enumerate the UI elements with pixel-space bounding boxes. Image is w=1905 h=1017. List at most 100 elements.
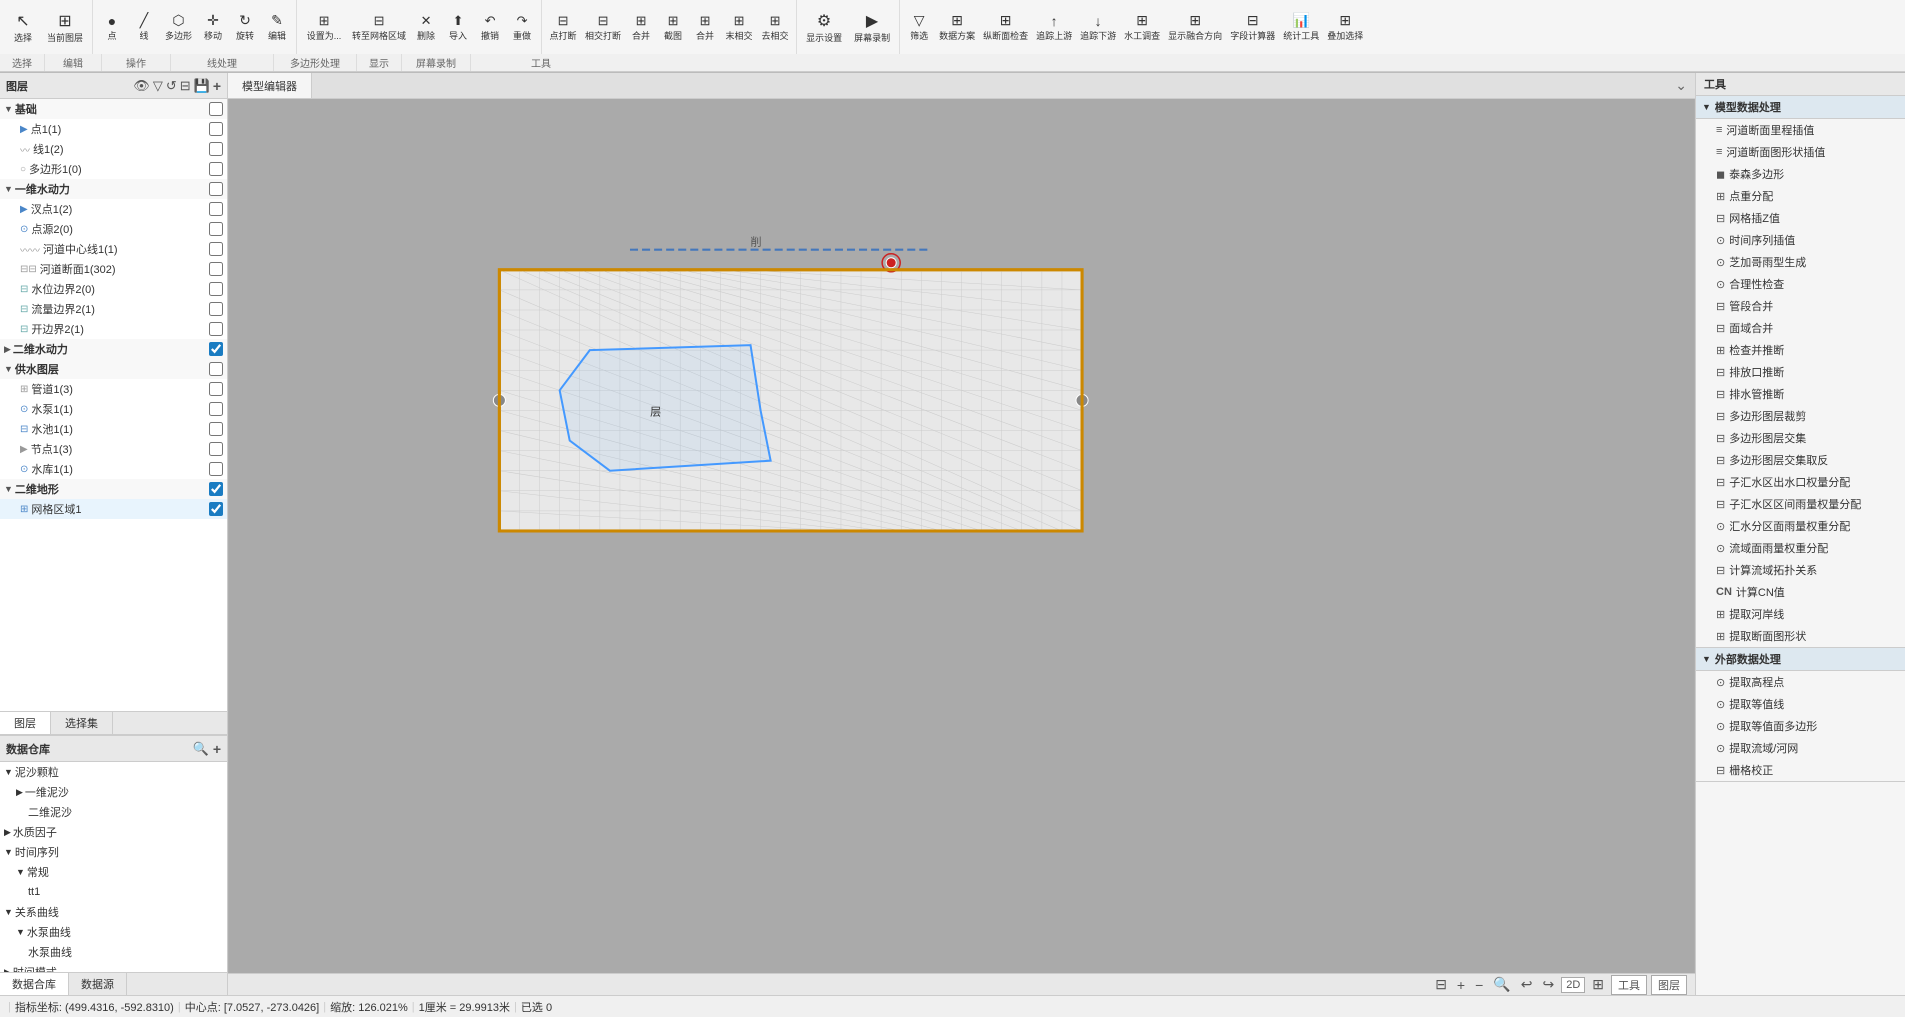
current-layer-btn[interactable]: ⊞ 当前图层 <box>42 6 88 48</box>
layer-group-2d-terrain[interactable]: ▼ 二维地形 <box>0 479 227 499</box>
db-item-regular[interactable]: ▼ 常规 <box>0 862 227 882</box>
river-center-checkbox[interactable] <box>209 242 223 256</box>
trace-down-btn[interactable]: ↓ 追踪下游 <box>1077 6 1119 48</box>
db-item-pump-curve[interactable]: 水泵曲线 <box>0 942 227 962</box>
layer-group-water-supply[interactable]: ▼ 供水图层 <box>0 359 227 379</box>
save-icon[interactable]: 💾 <box>194 78 210 94</box>
undo-view-icon[interactable]: ↩ <box>1518 975 1536 994</box>
merge2-btn[interactable]: ⊞ 合并 <box>690 6 720 48</box>
water-bnd-checkbox[interactable] <box>209 282 223 296</box>
right-item-river-cross-interp[interactable]: ≡ 河道断面里程插值 <box>1696 119 1905 141</box>
point-btn[interactable]: ● 点 <box>97 6 127 48</box>
zoom-in-icon[interactable]: + <box>1454 976 1468 994</box>
right-item-sub-basin-interval[interactable]: ⊟ 子汇水区区间雨量权量分配 <box>1696 493 1905 515</box>
right-item-extract-contour[interactable]: ⊙ 提取等值线 <box>1696 693 1905 715</box>
right-item-area-merge[interactable]: ⊟ 面域合并 <box>1696 317 1905 339</box>
eye-icon[interactable]: 👁 <box>133 78 150 94</box>
water-supply-checkbox[interactable] <box>209 362 223 376</box>
basic-checkbox[interactable] <box>209 102 223 116</box>
layer-item-pipe[interactable]: ⊞ 管道1(3) <box>0 379 227 399</box>
right-item-sparse-polygon[interactable]: ◼ 泰森多边形 <box>1696 163 1905 185</box>
model-editor-tab[interactable]: 模型编辑器 <box>228 73 312 98</box>
merge-line-btn[interactable]: ⊞ 合并 <box>626 6 656 48</box>
zoom-out-icon[interactable]: − <box>1472 976 1486 994</box>
copy-icon[interactable]: ⊟ <box>180 78 191 94</box>
undo-btn[interactable]: ↶ 撤销 <box>475 6 505 48</box>
right-item-weight-dist[interactable]: ⊞ 点重分配 <box>1696 185 1905 207</box>
refresh-icon[interactable]: ↺ <box>166 78 177 94</box>
layer-item-open-boundary[interactable]: ⊟ 开边界2(1) <box>0 319 227 339</box>
intersect-break-btn[interactable]: ⊟ 相交打断 <box>582 6 624 48</box>
db-item-2d-sediment[interactable]: 二维泥沙 <box>0 802 227 822</box>
remove-intersect-btn[interactable]: ⊞ 去相交 <box>758 6 792 48</box>
right-item-grid-interp[interactable]: ⊟ 网格插Z值 <box>1696 207 1905 229</box>
right-item-extract-river[interactable]: ⊞ 提取河岸线 <box>1696 603 1905 625</box>
open-bnd-checkbox[interactable] <box>209 322 223 336</box>
right-item-polygon-clip[interactable]: ⊟ 多边形图层裁剪 <box>1696 405 1905 427</box>
field-calc-btn[interactable]: ⊟ 字段计算器 <box>1227 6 1278 48</box>
layer-item-node[interactable]: ▶ 节点1(3) <box>0 439 227 459</box>
right-item-cn[interactable]: CN 计算CN值 <box>1696 581 1905 603</box>
select-btn[interactable]: ↖ 选择 <box>6 6 40 48</box>
right-item-basin-rain2[interactable]: ⊙ 流域面雨量权重分配 <box>1696 537 1905 559</box>
layer-item-river-cross[interactable]: ⊟⊟ 河道断面1(302) <box>0 259 227 279</box>
point-break-btn[interactable]: ⊟ 点打断 <box>546 6 580 48</box>
db-item-water-quality[interactable]: ▶ 水质因子 <box>0 822 227 842</box>
filter-btn[interactable]: ▽ 筛选 <box>904 6 934 48</box>
right-item-check-intersect[interactable]: ⊞ 检查并推断 <box>1696 339 1905 361</box>
right-item-calc-topo[interactable]: ⊟ 计算流域拓扑关系 <box>1696 559 1905 581</box>
db-item-time-mode[interactable]: ▶ 时间模式 <box>0 962 227 972</box>
right-item-river-cross-shape[interactable]: ≡ 河道断面图形状插值 <box>1696 141 1905 163</box>
db-item-time-series[interactable]: ▼ 时间序列 <box>0 842 227 862</box>
layer-item-river-center[interactable]: 〰〰 河道中心线1(1) <box>0 239 227 259</box>
node-checkbox[interactable] <box>209 442 223 456</box>
db-item-tt1[interactable]: tt1 <box>0 882 227 902</box>
layer-item-source[interactable]: ⊙ 点源2(0) <box>0 219 227 239</box>
layout-icon[interactable]: ⊞ <box>1589 975 1607 994</box>
add-layer-icon[interactable]: + <box>213 78 221 94</box>
tab-layers[interactable]: 图层 <box>0 712 51 734</box>
layer-item-flow-boundary[interactable]: ⊟ 流量边界2(1) <box>0 299 227 319</box>
tab-data-source[interactable]: 数据源 <box>69 973 127 995</box>
redo-view-icon[interactable]: ↪ <box>1539 975 1557 994</box>
db-item-pump-curves[interactable]: ▼ 水泵曲线 <box>0 922 227 942</box>
right-item-extract-elevation[interactable]: ⊙ 提取高程点 <box>1696 671 1905 693</box>
stats-btn[interactable]: 📊 统计工具 <box>1280 6 1322 48</box>
right-item-pipe-merge[interactable]: ⊟ 管段合并 <box>1696 295 1905 317</box>
layer-item-mesh[interactable]: ⊞ 网格区域1 <box>0 499 227 519</box>
db-item-1d-sediment[interactable]: ▶ 一维泥沙 <box>0 782 227 802</box>
source-checkbox[interactable] <box>209 222 223 236</box>
redo-btn[interactable]: ↷ 重做 <box>507 6 537 48</box>
layer-group-1d[interactable]: ▼ 一维水动力 <box>0 179 227 199</box>
pipe-checkbox[interactable] <box>209 382 223 396</box>
layer-btn[interactable]: 图层 <box>1651 975 1687 995</box>
model-data-header[interactable]: ▼ 模型数据处理 <box>1696 96 1905 119</box>
layer-item-reservoir[interactable]: ⊙ 水库1(1) <box>0 459 227 479</box>
river-cross-checkbox[interactable] <box>209 262 223 276</box>
to-mesh-btn[interactable]: ⊟ 转至网格区域 <box>349 6 409 48</box>
layer-item-tank[interactable]: ⊟ 水池1(1) <box>0 419 227 439</box>
layer-item-line1[interactable]: 〰 线1(2) <box>0 139 227 159</box>
edit-btn[interactable]: ✎ 编辑 <box>262 6 292 48</box>
layer-item-flood[interactable]: ▶ 汊点1(2) <box>0 199 227 219</box>
right-item-time-series-interp[interactable]: ⊙ 时间序列插值 <box>1696 229 1905 251</box>
search-zoom-icon[interactable]: 🔍 <box>1490 975 1513 994</box>
tab-selection[interactable]: 选择集 <box>51 712 113 734</box>
2d-terrain-checkbox[interactable] <box>209 482 223 496</box>
polygon-btn[interactable]: ⬡ 多边形 <box>161 6 196 48</box>
add-select-btn[interactable]: ⊞ 叠加选择 <box>1324 6 1366 48</box>
water-survey-btn[interactable]: ⊞ 水工调查 <box>1121 6 1163 48</box>
line-btn[interactable]: ╱ 线 <box>129 6 159 48</box>
tools-btn[interactable]: 工具 <box>1611 975 1647 995</box>
right-item-polygon-intersect-rev[interactable]: ⊟ 多边形图层交集取反 <box>1696 449 1905 471</box>
right-item-polygon-intersect[interactable]: ⊟ 多边形图层交集 <box>1696 427 1905 449</box>
right-item-extract-cross[interactable]: ⊞ 提取断面图形状 <box>1696 625 1905 647</box>
filter-icon[interactable]: ▽ <box>153 78 163 94</box>
trace-up-btn[interactable]: ↑ 追踪上游 <box>1033 6 1075 48</box>
layer-item-point1[interactable]: ▶ 点1(1) <box>0 119 227 139</box>
layer-group-basic[interactable]: ▼ 基础 <box>0 99 227 119</box>
move-btn[interactable]: ✛ 移动 <box>198 6 228 48</box>
right-item-extract-watershed[interactable]: ⊙ 提取流域/河网 <box>1696 737 1905 759</box>
display-merge-btn[interactable]: ⊞ 显示融合方向 <box>1165 6 1225 48</box>
set-value-btn[interactable]: ⊞ 设置为... <box>301 6 347 48</box>
